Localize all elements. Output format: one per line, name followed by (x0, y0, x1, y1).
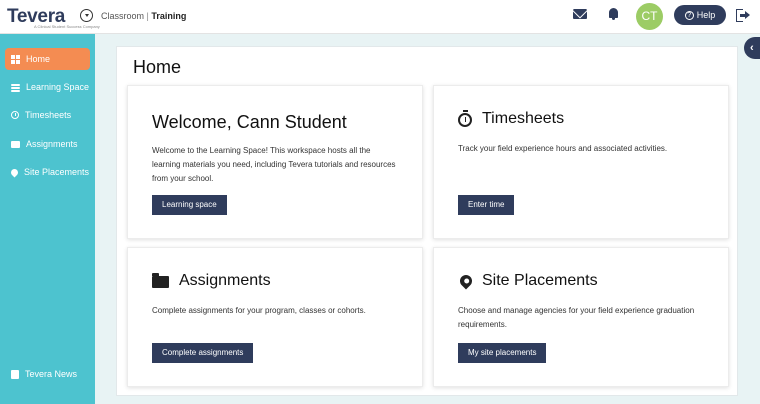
bell-icon[interactable] (608, 8, 619, 20)
sidebar-item-label: Home (26, 54, 51, 64)
card-text: Welcome to the Learning Space! This work… (152, 146, 396, 183)
map-pin-icon (457, 272, 475, 290)
layers-icon (11, 83, 20, 92)
breadcrumb: Classroom | Training (101, 11, 186, 21)
my-site-placements-button[interactable]: My site placements (458, 343, 547, 363)
stopwatch-icon (11, 111, 19, 119)
card-title: Welcome, Cann Student (152, 112, 347, 132)
sidebar-item-site-placements[interactable]: Site Placements (5, 161, 90, 183)
complete-assignments-button[interactable]: Complete assignments (152, 343, 254, 363)
sidebar-item-home[interactable]: Home (5, 48, 90, 70)
learning-space-button[interactable]: Learning space (152, 195, 227, 215)
news-icon (11, 369, 19, 379)
card-title: Site Placements (457, 272, 598, 290)
chevron-down-icon[interactable] (80, 9, 93, 22)
folder-icon (152, 273, 169, 288)
logo-tagline: A Clinical Student Success Company (34, 24, 100, 29)
folder-icon (11, 141, 20, 148)
help-label: Help (696, 10, 716, 20)
help-button[interactable]: ? Help (674, 5, 726, 25)
sidebar-item-timesheets[interactable]: Timesheets (5, 104, 90, 126)
sidebar-item-tevera-news[interactable]: Tevera News (5, 363, 90, 385)
main-panel: Home Welcome, Cann Student Welcome to th… (116, 46, 738, 396)
stopwatch-icon (458, 110, 472, 127)
logout-icon[interactable] (736, 9, 750, 22)
breadcrumb-current: Training (151, 11, 187, 21)
card-title-text: Timesheets (482, 110, 565, 127)
sidebar: Home Learning Space Timesheets Assignmen… (0, 34, 95, 404)
sidebar-item-label: Site Placements (24, 167, 90, 177)
card-title-text: Site Placements (482, 272, 598, 289)
sidebar-item-label: Timesheets (25, 110, 72, 120)
sidebar-item-learning-space[interactable]: Learning Space (5, 76, 90, 98)
card-text: Choose and manage agencies for your fiel… (458, 306, 695, 329)
map-pin-icon (9, 167, 20, 177)
site-placements-card: Site Placements Choose and manage agenci… (433, 247, 729, 387)
enter-time-button[interactable]: Enter time (458, 195, 515, 215)
card-text: Complete assignments for your program, c… (152, 306, 366, 315)
timesheets-card: Timesheets Track your field experience h… (433, 85, 729, 239)
grid-icon (11, 54, 20, 64)
sidebar-item-label: Tevera News (25, 369, 78, 379)
sidebar-item-assignments[interactable]: Assignments (5, 133, 90, 155)
sidebar-item-label: Learning Space (26, 82, 90, 92)
top-bar: Tevera A Clinical Student Success Compan… (0, 0, 760, 34)
page-title: Home (133, 57, 182, 77)
collapse-panel-button[interactable]: ‹ (744, 37, 760, 59)
breadcrumb-root[interactable]: Classroom (101, 11, 144, 21)
welcome-card: Welcome, Cann Student Welcome to the Lea… (127, 85, 423, 239)
card-title: Assignments (152, 272, 271, 290)
assignments-card: Assignments Complete assignments for you… (127, 247, 423, 387)
breadcrumb-separator: | (146, 11, 149, 21)
card-title: Timesheets (458, 110, 564, 128)
sidebar-item-label: Assignments (26, 139, 78, 149)
mail-icon[interactable] (573, 9, 587, 19)
card-title-text: Assignments (179, 272, 271, 289)
avatar[interactable]: CT (636, 3, 663, 30)
card-text: Track your field experience hours and as… (458, 144, 668, 153)
help-icon: ? (684, 10, 694, 20)
